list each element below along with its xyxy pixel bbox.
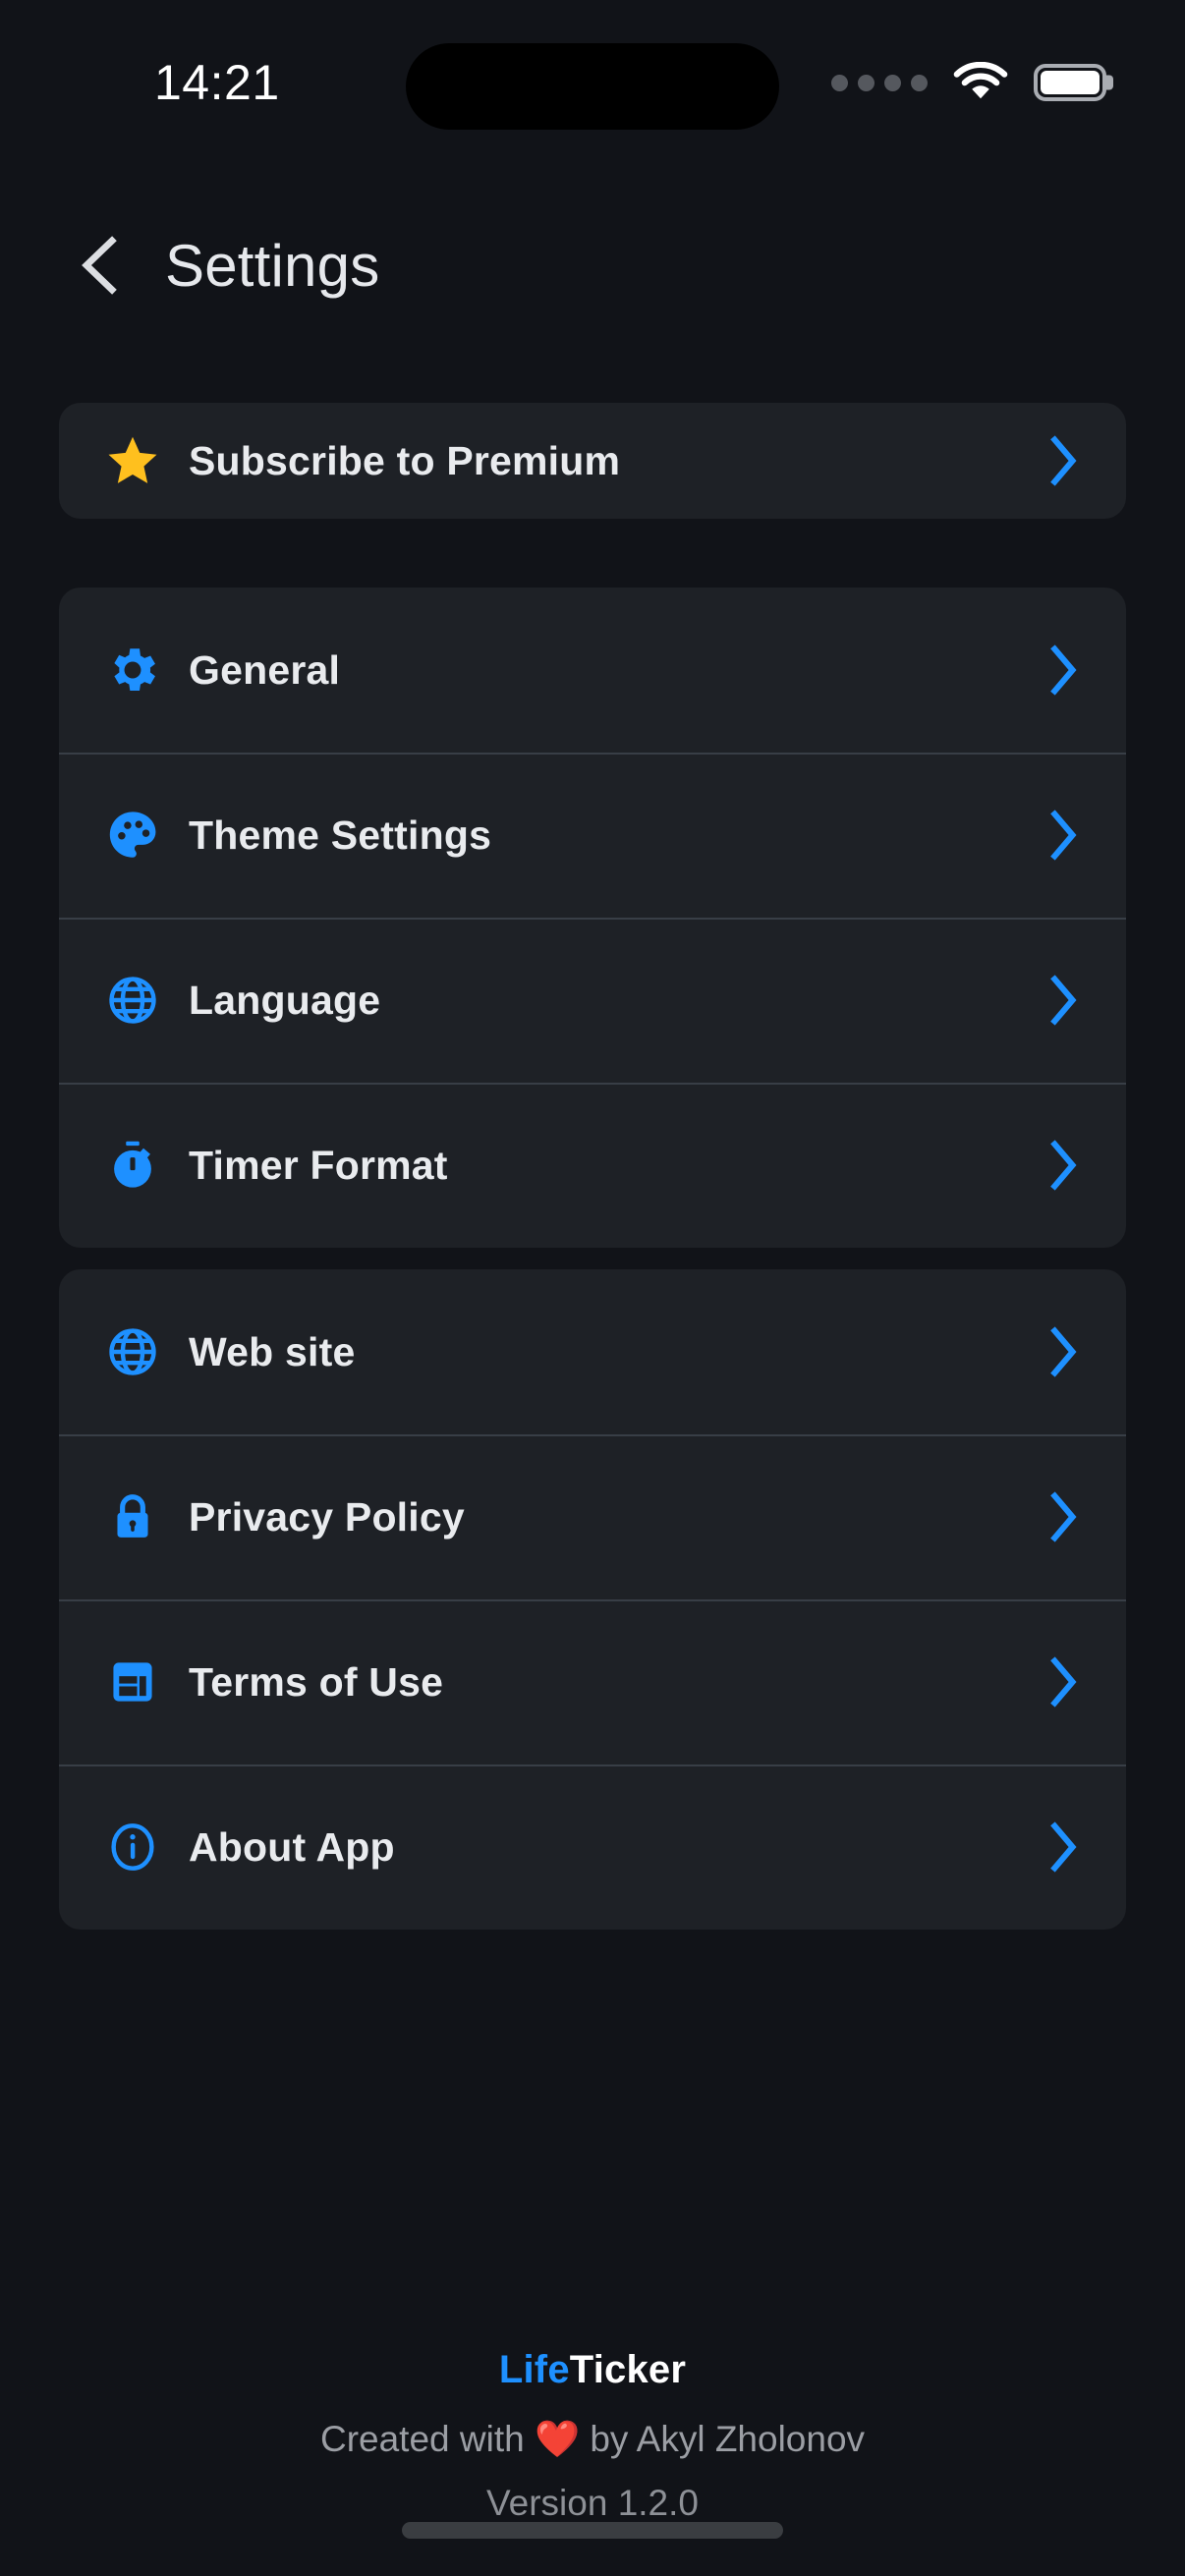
information-card: Web site Privacy Policy Terms of Use Abo…	[59, 1269, 1126, 1930]
chevron-right-icon	[1050, 810, 1077, 861]
premium-card: Subscribe to Premium	[59, 403, 1126, 519]
chevron-right-icon	[1050, 644, 1077, 696]
list-item-label: About App	[189, 1823, 395, 1870]
list-item-theme-settings[interactable]: Theme Settings	[59, 753, 1126, 918]
star-icon	[100, 428, 165, 493]
page-header: Settings	[0, 201, 1185, 329]
wifi-icon	[953, 62, 1008, 103]
list-item-language[interactable]: Language	[59, 918, 1126, 1083]
document-icon	[100, 1650, 165, 1714]
chevron-right-icon	[1050, 1821, 1077, 1873]
gear-icon	[100, 638, 165, 702]
list-item-label: Language	[189, 977, 381, 1023]
app-footer: LifeTicker Created with ❤️ by Akyl Zholo…	[0, 2348, 1185, 2524]
credit-suffix: by Akyl Zholonov	[580, 2419, 866, 2459]
brand-second: Ticker	[569, 2348, 687, 2391]
list-item-about-app[interactable]: About App	[59, 1764, 1126, 1930]
info-icon	[100, 1815, 165, 1879]
list-item-privacy-policy[interactable]: Privacy Policy	[59, 1434, 1126, 1599]
chevron-right-icon	[1050, 1656, 1077, 1708]
list-item-subscribe-to-premium[interactable]: Subscribe to Premium	[59, 403, 1126, 519]
version-label: Version 1.2.0	[486, 2483, 699, 2523]
globe-icon	[100, 1319, 165, 1384]
home-indicator[interactable]	[402, 2522, 783, 2539]
list-item-label: Web site	[189, 1328, 356, 1374]
list-item-web-site[interactable]: Web site	[59, 1269, 1126, 1434]
list-item-label: Privacy Policy	[189, 1493, 465, 1540]
list-item-general[interactable]: General	[59, 588, 1126, 753]
cellular-dots-icon	[831, 74, 928, 91]
chevron-right-icon	[1050, 435, 1077, 486]
globe-icon	[100, 968, 165, 1033]
list-item-label: Theme Settings	[189, 812, 492, 858]
status-time: 14:21	[154, 55, 280, 110]
lock-icon	[100, 1484, 165, 1549]
palette-icon	[100, 803, 165, 868]
battery-full-icon	[1034, 64, 1106, 101]
chevron-right-icon	[1050, 1491, 1077, 1542]
chevron-right-icon	[1050, 1326, 1077, 1377]
status-icons	[831, 62, 1106, 103]
settings-screen: 14:21 Settings Subscribe to Premium Gene…	[0, 0, 1185, 2576]
chevron-right-icon	[1050, 975, 1077, 1026]
status-bar: 14:21	[0, 0, 1185, 157]
list-item-timer-format[interactable]: Timer Format	[59, 1083, 1126, 1248]
brand-first: Life	[498, 2348, 570, 2391]
back-chevron-icon	[82, 236, 117, 295]
credit-line: Created with ❤️ by Akyl Zholonov	[0, 2419, 1185, 2461]
list-item-label: Terms of Use	[189, 1658, 444, 1705]
preferences-card: General Theme Settings Language Timer Fo…	[59, 588, 1126, 1248]
back-button[interactable]	[44, 211, 152, 319]
list-item-label: Timer Format	[189, 1142, 448, 1188]
heart-icon: ❤️	[534, 2419, 581, 2459]
dynamic-island	[406, 43, 779, 130]
stopwatch-icon	[100, 1133, 165, 1198]
list-item-terms-of-use[interactable]: Terms of Use	[59, 1599, 1126, 1764]
list-item-label: Subscribe to Premium	[189, 437, 621, 483]
app-brand: LifeTicker	[0, 2348, 1185, 2392]
list-item-label: General	[189, 646, 341, 693]
credit-prefix: Created with	[319, 2419, 535, 2459]
chevron-right-icon	[1050, 1140, 1077, 1191]
page-title: Settings	[165, 232, 380, 299]
